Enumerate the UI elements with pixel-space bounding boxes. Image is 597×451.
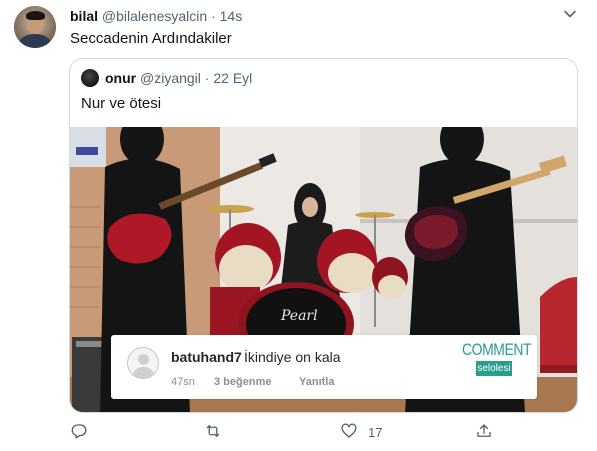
- separator-dot: ·: [211, 8, 216, 24]
- separator-dot: ·: [204, 70, 210, 86]
- commenter-username: batuhand7: [171, 349, 242, 365]
- like-count: 17: [368, 425, 383, 440]
- quoted-tweet-text: Nur ve ötesi: [81, 95, 162, 112]
- author-handle[interactable]: @bilalenesyalcin: [102, 8, 207, 24]
- comment-reply-link: Yanıtla: [299, 376, 335, 388]
- heart-icon: [340, 423, 358, 444]
- tweet-header: bilal @bilalenesyalcin · 14s: [70, 8, 242, 24]
- quoted-tweet-header: onur @ziyangil · 22 Eyl: [105, 70, 252, 86]
- like-button[interactable]: 17: [340, 422, 382, 444]
- retweet-icon: [203, 425, 223, 444]
- quoted-tweet-photo[interactable]: Pearl batuhand7 İkindiye on kala 47sn 3 …: [70, 127, 577, 412]
- tweet-action-bar: 17: [0, 422, 597, 444]
- comment-time: 47sn: [171, 376, 195, 388]
- quoted-author-display-name[interactable]: onur: [105, 70, 136, 86]
- more-options-chevron-icon[interactable]: [562, 6, 578, 22]
- quoted-tweet-card[interactable]: onur @ziyangil · 22 Eyl Nur ve ötesi Pea…: [69, 58, 578, 413]
- retweet-button[interactable]: [203, 422, 223, 442]
- author-display-name[interactable]: bilal: [70, 8, 98, 24]
- comment-logo-bottom: selolesi: [476, 361, 512, 376]
- quoted-author-avatar[interactable]: [81, 69, 99, 87]
- drum-brand-text: Pearl: [280, 308, 318, 324]
- comment-logo-top: COMMENT: [462, 340, 532, 359]
- quoted-tweet-date[interactable]: 22 Eyl: [213, 70, 252, 86]
- quoted-author-handle[interactable]: @ziyangil: [140, 70, 201, 86]
- share-button[interactable]: [475, 422, 493, 442]
- comment-overlay: batuhand7 İkindiye on kala 47sn 3 beğenm…: [111, 335, 537, 399]
- comment-likes: 3 beğenme: [214, 376, 272, 388]
- comment-text: İkindiye on kala: [244, 349, 341, 365]
- commenter-avatar-icon: [127, 347, 159, 379]
- tweet: bilal @bilalenesyalcin · 14s Seccadenin …: [0, 0, 597, 451]
- share-icon: [475, 424, 493, 444]
- tweet-timestamp[interactable]: 14s: [220, 8, 243, 24]
- author-avatar[interactable]: [14, 6, 56, 48]
- reply-icon: [70, 424, 88, 444]
- reply-button[interactable]: [70, 422, 88, 442]
- tweet-text: Seccadenin Ardındakiler: [70, 30, 232, 47]
